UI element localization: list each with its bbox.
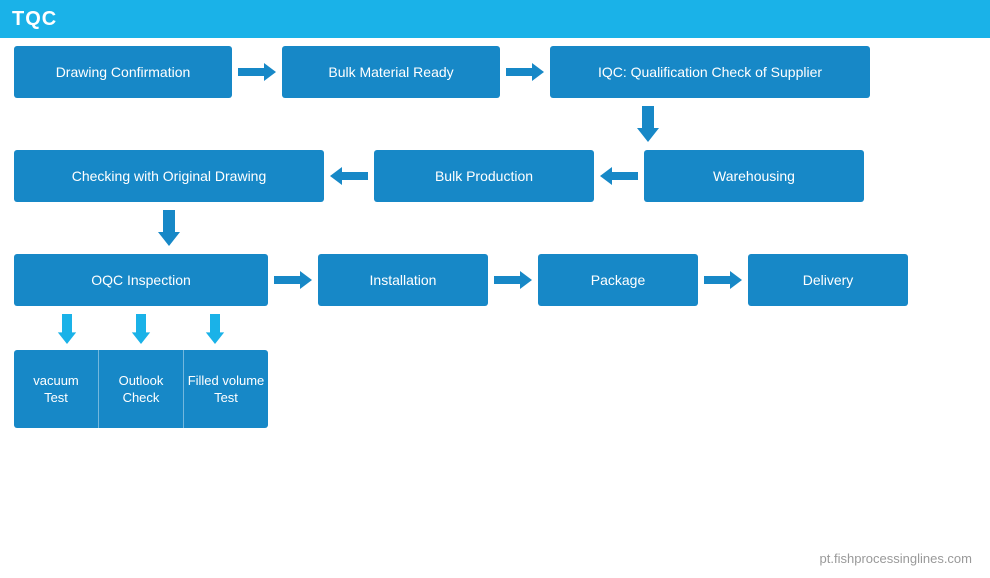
checking-box: Checking with Original Drawing: [14, 150, 324, 202]
header-bar: TQC: [0, 0, 990, 38]
row1: Drawing Confirmation Bulk Material Ready…: [14, 46, 976, 98]
installation-box: Installation: [318, 254, 488, 306]
arrow-right-1: [232, 63, 282, 81]
arrow-right-2: [500, 63, 550, 81]
arrow-left-1: [324, 167, 374, 185]
outlook-check-cell: Outlook Check: [99, 350, 184, 428]
delivery-box: Delivery: [748, 254, 908, 306]
arrow-right-5: [698, 271, 748, 289]
down-arrow-checking: [14, 210, 324, 246]
bulk-production-box: Bulk Production: [374, 150, 594, 202]
triple-down-arrows: [14, 314, 268, 344]
arrow-right-4: [488, 271, 538, 289]
oqc-box: OQC Inspection: [14, 254, 268, 306]
arrow-right-3: [268, 271, 318, 289]
tqc-label: TQC: [12, 8, 57, 31]
bottom-checks-box: vacuum Test Outlook Check Filled volume …: [14, 350, 268, 428]
filled-volume-cell: Filled volume Test: [184, 350, 268, 428]
bulk-material-box: Bulk Material Ready: [282, 46, 500, 98]
row2: Checking with Original Drawing Bulk Prod…: [14, 150, 976, 202]
drawing-confirmation-box: Drawing Confirmation: [14, 46, 232, 98]
arrow-left-2: [594, 167, 644, 185]
package-box: Package: [538, 254, 698, 306]
down-arrow-iqc: [488, 106, 808, 142]
vacuum-test-cell: vacuum Test: [14, 350, 99, 428]
watermark: pt.fishprocessinglines.com: [820, 551, 972, 566]
iqc-box: IQC: Qualification Check of Supplier: [550, 46, 870, 98]
row3: OQC Inspection Installation Package Deli…: [14, 254, 976, 306]
warehousing-box: Warehousing: [644, 150, 864, 202]
